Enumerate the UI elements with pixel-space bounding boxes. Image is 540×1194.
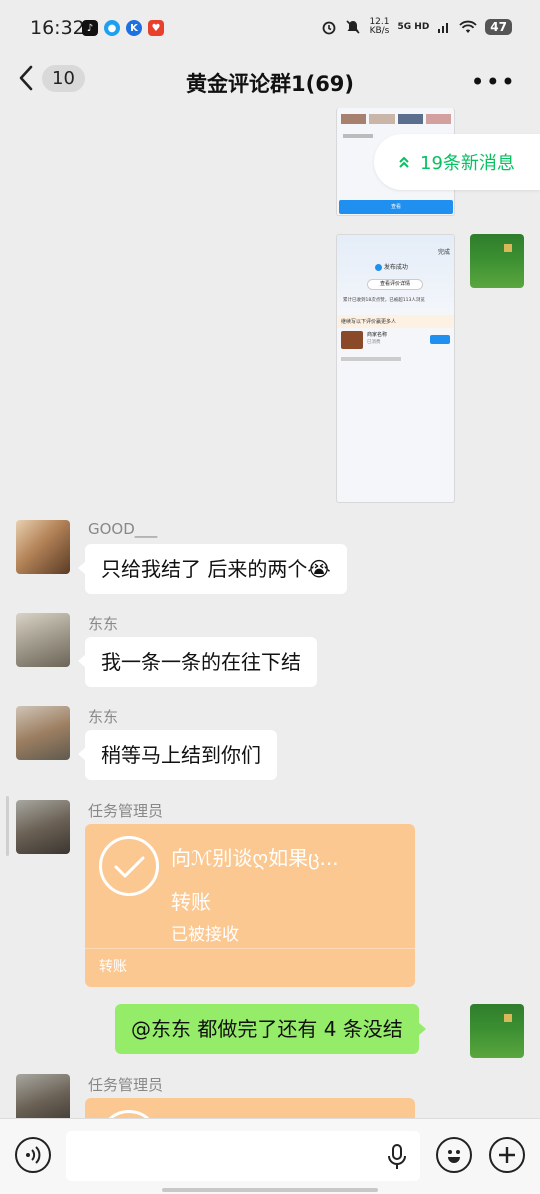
network-type: 5G HD: [397, 21, 430, 32]
nav-bar: 10 黄金评论群1(69) •••: [0, 58, 540, 108]
my-message-bubble[interactable]: @东东 都做完了还有 4 条没结: [115, 1004, 426, 1054]
transfer-recipient: 向ℳ别谈ღ如果ც...: [171, 846, 339, 870]
check-circle-icon: [99, 836, 159, 896]
scroll-indicator[interactable]: [6, 796, 9, 856]
speed-unit: KB/s: [369, 26, 390, 36]
sender-name: 任务管理员: [88, 802, 164, 820]
mic-button[interactable]: [386, 1143, 408, 1175]
more-button[interactable]: •••: [471, 68, 516, 96]
shared-screenshot[interactable]: 完成 发布成功 查看评价详情 累计已收到18次点赞，已被超113人浏览 继续写以…: [336, 234, 455, 503]
screenshot-header: [337, 235, 454, 315]
message-row: 任务管理员: [16, 1074, 536, 1118]
input-bar: [0, 1118, 540, 1194]
add-button[interactable]: [489, 1137, 525, 1173]
wifi-icon: [459, 20, 477, 33]
signal-icon: [438, 23, 449, 33]
house-shape: [504, 244, 512, 252]
alarm-icon: [323, 21, 336, 35]
screenshot-done: 完成: [437, 249, 450, 256]
chat-area[interactable]: 查看 19条新消息 完成 发布成功 查看评价详情 累计已收到18次点赞，已被超1…: [0, 108, 540, 1118]
status-right: 12.1 KB/s 5G HD 47: [321, 18, 512, 36]
sender-name: 东东: [88, 708, 119, 726]
my-avatar[interactable]: [470, 1004, 524, 1058]
message-bubble[interactable]: 我一条一条的在往下结: [78, 637, 317, 687]
transfer-footer: 转账: [99, 959, 127, 975]
screenshot-view-review: 查看评价详情: [367, 279, 423, 290]
sender-avatar[interactable]: [16, 520, 70, 574]
sender-avatar[interactable]: [16, 800, 70, 854]
screenshot-shop: 商家名称: [367, 332, 388, 338]
my-avatar[interactable]: [470, 234, 524, 288]
sender-avatar[interactable]: [16, 1074, 70, 1118]
check-circle-icon: [99, 1110, 159, 1118]
status-time: 16:32: [30, 17, 85, 39]
home-indicator[interactable]: [162, 1188, 378, 1192]
battery: 47: [485, 19, 512, 35]
sender-name: 任务管理员: [88, 1076, 164, 1094]
food-thumbnail: [341, 331, 363, 349]
app-red-icon: ♥: [148, 20, 164, 36]
view-button: 查看: [339, 200, 453, 214]
screenshot-promo: 继续写以下评价赢更多人: [337, 315, 454, 328]
microphone-icon: [388, 1144, 406, 1169]
qq-icon: ●: [104, 20, 120, 36]
new-messages-button[interactable]: 19条新消息: [374, 134, 540, 190]
chat-title: 黄金评论群1(69): [185, 72, 355, 96]
house-shape: [504, 1014, 512, 1022]
message-row: GOOD___ 只给我结了 后来的两个😭: [16, 520, 536, 600]
message-row: 东东 稍等马上结到你们: [16, 706, 536, 786]
screenshot-stats: 累计已收到18次点赞，已被超113人浏览: [343, 298, 425, 303]
screenshot-action: [430, 335, 450, 344]
sender-name: GOOD___: [88, 520, 158, 538]
screenshot-line: [341, 357, 401, 361]
message-bubble[interactable]: 只给我结了 后来的两个😭: [78, 544, 347, 594]
thumbnail-row: [341, 114, 451, 124]
check-circle-icon: [375, 264, 382, 271]
sender-avatar[interactable]: [16, 706, 70, 760]
sender-avatar[interactable]: [16, 613, 70, 667]
screenshot-tag: 已消费: [367, 340, 381, 345]
notification-icons: ♪ ● K ♥: [82, 20, 164, 36]
mute-icon: [346, 20, 361, 34]
status-bar: 16:32 ♪ ● K ♥ 12.1 KB/s 5G HD 47: [0, 0, 540, 58]
transfer-label: 转账: [171, 890, 211, 914]
divider: [85, 948, 415, 949]
sender-name: 东东: [88, 615, 119, 633]
transfer-card[interactable]: 向ℳ别谈ღ如果ც... 转账 已被接收 转账: [85, 824, 415, 987]
emoji-button[interactable]: [436, 1137, 472, 1173]
message-row: 任务管理员 向ℳ别谈ღ如果ც... 转账 已被接收 转账: [16, 800, 536, 990]
message-row: 东东 我一条一条的在往下结: [16, 613, 536, 693]
transfer-card[interactable]: [85, 1098, 415, 1118]
emoji-icon: [448, 1150, 460, 1163]
success-text: 发布成功: [383, 264, 408, 271]
new-messages-label: 19条新消息: [420, 153, 515, 174]
screenshot-success: 发布成功: [375, 262, 408, 271]
plus-icon: [499, 1147, 515, 1163]
net-speed: 12.1 KB/s: [369, 18, 389, 36]
text-line: [343, 134, 373, 138]
transfer-status: 已被接收: [171, 925, 239, 945]
tiktok-icon: ♪: [82, 20, 98, 36]
message-bubble[interactable]: 稍等马上结到你们: [78, 730, 277, 780]
double-chevron-up-icon: [399, 156, 409, 168]
message-input[interactable]: [66, 1131, 420, 1181]
voice-toggle-button[interactable]: [15, 1137, 51, 1173]
kugou-icon: K: [126, 20, 142, 36]
voice-icon: [26, 1146, 41, 1164]
